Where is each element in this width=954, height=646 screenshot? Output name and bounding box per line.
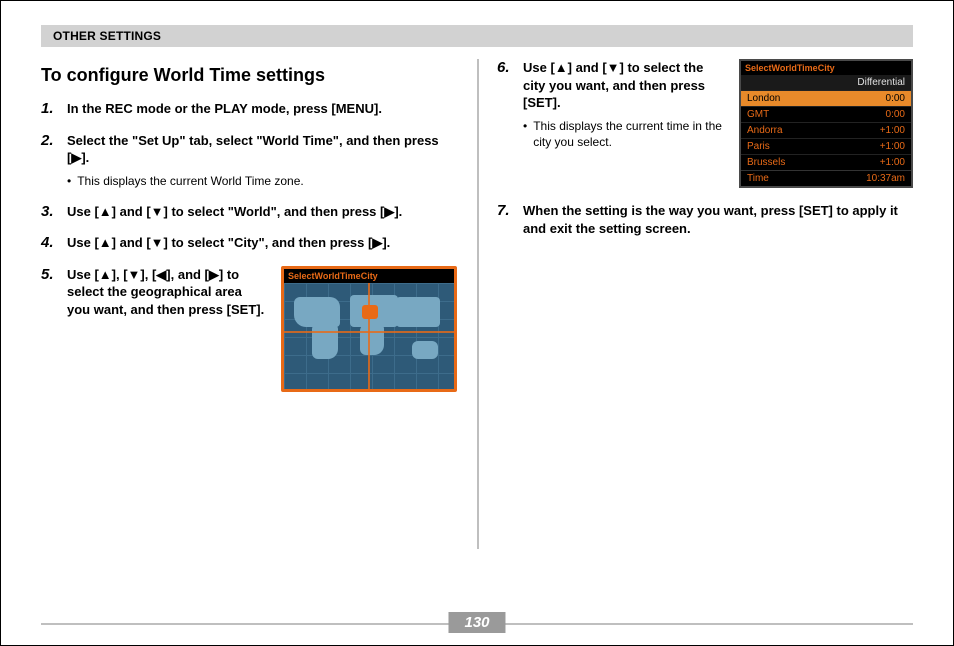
column-divider [477,59,479,549]
step-2-text: Select the "Set Up" tab, select "World T… [67,133,439,166]
footer-label: Time [747,173,769,184]
city-list-subtitle: Differential [741,75,911,90]
left-column: To configure World Time settings 1. In t… [41,59,469,569]
city-name: Brussels [747,157,785,168]
step-1-text: In the REC mode or the PLAY mode, press … [67,100,382,118]
map-crosshair-v-icon [368,283,370,389]
step-1: 1. In the REC mode or the PLAY mode, pre… [41,100,457,118]
city-row: Paris +1:00 [741,138,911,154]
step-6: 6. Use [▲] and [▼] to select the city yo… [497,59,913,188]
city-diff: 0:00 [886,109,905,120]
step-4-text: Use [▲] and [▼] to select "City", and th… [67,234,390,252]
step-6-text: Use [▲] and [▼] to select the city you w… [523,60,705,110]
city-name: GMT [747,109,769,120]
city-name: Andorra [747,125,783,136]
step-3: 3. Use [▲] and [▼] to select "World", an… [41,203,457,221]
city-diff: +1:00 [880,125,905,136]
step-5-text: Use [▲], [▼], [◀], and [▶] to select the… [67,266,267,319]
right-column: 6. Use [▲] and [▼] to select the city yo… [469,59,913,569]
step-5: 5. Use [▲], [▼], [◀], and [▶] to select … [41,266,457,392]
map-selected-region-icon [362,305,378,319]
step-2-sub: This displays the current World Time zon… [77,173,304,189]
city-diff: 0:00 [886,93,905,104]
page-title: To configure World Time settings [41,65,457,86]
city-row-selected: London 0:00 [741,90,911,106]
page-number: 130 [448,612,505,633]
city-row: Andorra +1:00 [741,122,911,138]
city-diff: +1:00 [880,157,905,168]
map-continent-icon [412,341,438,359]
footer-time: 10:37am [866,173,905,184]
step-4: 4. Use [▲] and [▼] to select "City", and… [41,234,457,252]
footer-rule: 130 [41,623,913,625]
map-continent-icon [294,297,340,327]
city-diff: +1:00 [880,141,905,152]
city-list-figure: SelectWorldTimeCity Differential London … [739,59,913,188]
city-list-title: SelectWorldTimeCity [741,61,911,75]
map-title: SelectWorldTimeCity [284,269,454,283]
city-row: GMT 0:00 [741,106,911,122]
map-continent-icon [396,297,440,327]
step-6-sub: This displays the current time in the ci… [533,118,725,150]
step-3-text: Use [▲] and [▼] to select "World", and t… [67,203,402,221]
city-name: London [747,93,780,104]
section-header: OTHER SETTINGS [41,25,913,47]
two-column-layout: To configure World Time settings 1. In t… [41,59,913,569]
city-name: Paris [747,141,770,152]
city-row: Brussels +1:00 [741,154,911,170]
step-7: 7. When the setting is the way you want,… [497,202,913,237]
map-continent-icon [360,323,384,355]
step-2: 2. Select the "Set Up" tab, select "Worl… [41,132,457,189]
step-7-text: When the setting is the way you want, pr… [523,202,913,237]
city-list-footer: Time 10:37am [741,170,911,186]
manual-page: OTHER SETTINGS To configure World Time s… [0,0,954,646]
page-footer: 130 [41,623,913,625]
world-map-figure: SelectWorldTimeCity [281,266,457,392]
